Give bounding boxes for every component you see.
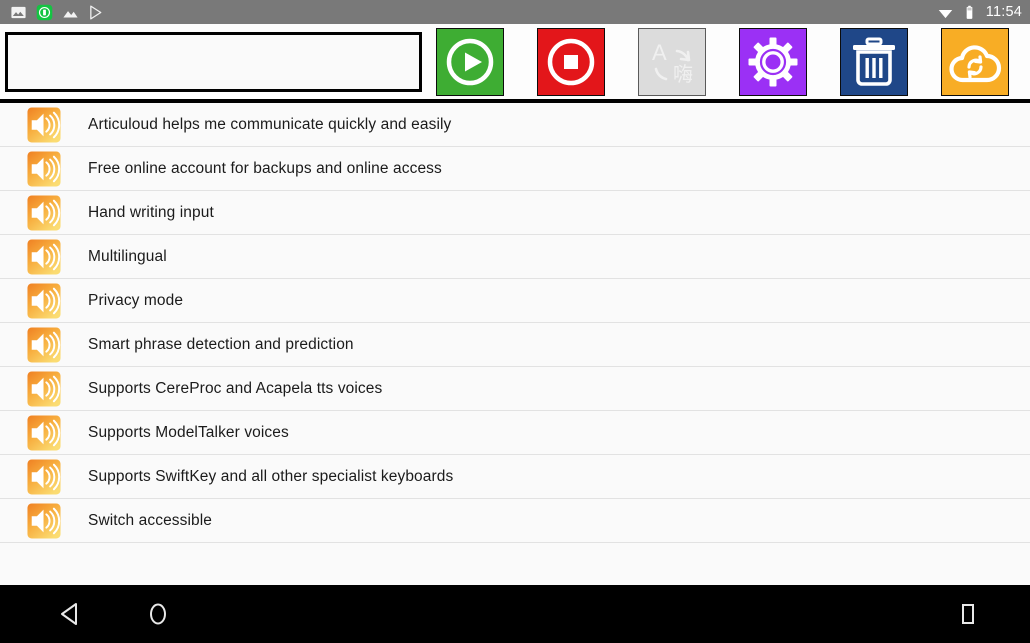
translate-icon: A 嗨 (652, 40, 693, 86)
phrase-speak-icon-cell[interactable] (0, 195, 88, 231)
image-icon (11, 6, 26, 18)
phrase-speak-icon-cell[interactable] (0, 415, 88, 451)
nav-back-button[interactable] (38, 585, 102, 643)
android-navigation-bar (0, 585, 1030, 643)
translate-button[interactable]: A 嗨 (638, 27, 706, 96)
phrase-speak-icon-cell[interactable] (0, 459, 88, 495)
phrase-list-item-label: Supports CereProc and Acapela tts voices (88, 379, 383, 397)
phrase-list-item[interactable]: Articuloud helps me communicate quickly … (0, 103, 1030, 147)
status-bar: 11:54 (0, 0, 1030, 24)
nav-recents-button[interactable] (936, 585, 1000, 643)
cloud-sync-button[interactable] (941, 27, 1009, 96)
play-store-icon (90, 4, 102, 20)
phrase-list-item[interactable]: Supports ModelTalker voices (0, 411, 1030, 455)
phrase-list: Articuloud helps me communicate quickly … (0, 103, 1030, 585)
phrase-speak-icon-cell[interactable] (0, 283, 88, 319)
svg-text:A: A (652, 40, 667, 65)
stop-icon (547, 38, 595, 85)
phrase-speak-icon-cell[interactable] (0, 503, 88, 539)
play-button[interactable] (436, 27, 504, 96)
phrase-speak-icon-cell[interactable] (0, 107, 88, 143)
articuloud-app-icon (36, 4, 53, 20)
phrase-list-item[interactable]: Supports SwiftKey and all other speciali… (0, 455, 1030, 499)
phrase-list-item[interactable]: Switch accessible (0, 499, 1030, 543)
phrase-list-item-label: Supports SwiftKey and all other speciali… (88, 467, 454, 485)
phrase-list-item-label: Supports ModelTalker voices (88, 423, 289, 441)
phrase-speak-icon-cell[interactable] (0, 327, 88, 363)
wifi-icon (938, 9, 953, 18)
speaker-icon (27, 151, 61, 186)
stop-button[interactable] (537, 27, 605, 96)
play-icon (446, 38, 494, 85)
phrase-list-item-label: Switch accessible (88, 511, 213, 529)
speaker-icon (27, 239, 61, 274)
phrase-speak-icon-cell[interactable] (0, 371, 88, 407)
phrase-list-item[interactable]: Free online account for backups and onli… (0, 147, 1030, 191)
phrase-list-item[interactable]: Privacy mode (0, 279, 1030, 323)
phrase-list-item[interactable]: Hand writing input (0, 191, 1030, 235)
phrase-speak-icon-cell[interactable] (0, 151, 88, 187)
phrase-list-item-label: Hand writing input (88, 203, 214, 221)
gear-icon (748, 37, 798, 86)
battery-icon (966, 5, 973, 19)
speaker-icon (27, 415, 61, 450)
settings-button[interactable] (739, 27, 807, 96)
nav-home-button[interactable] (126, 585, 190, 643)
phrase-text-input[interactable] (5, 31, 422, 92)
phrase-list-item[interactable]: Multilingual (0, 235, 1030, 279)
phrase-speak-icon-cell[interactable] (0, 239, 88, 275)
speaker-icon (27, 327, 61, 362)
svg-text:嗨: 嗨 (673, 62, 693, 86)
phrase-list-item-label: Free online account for backups and onli… (88, 159, 442, 177)
phrase-list-item-label: Articuloud helps me communicate quickly … (88, 115, 452, 133)
status-bar-clock: 11:54 (985, 3, 1022, 20)
status-system-icons: 11:54 (937, 4, 1022, 21)
app-root: 11:54 A 嗨 Articuloud helps me communicat… (0, 0, 1030, 643)
status-notification-icons (10, 4, 105, 21)
speaker-icon (27, 195, 61, 230)
phrase-list-item[interactable]: Supports CereProc and Acapela tts voices (0, 367, 1030, 411)
trash-icon (853, 37, 895, 86)
speaker-icon (27, 283, 61, 318)
cloud-sync-icon (949, 44, 1002, 82)
phrase-list-item-label: Multilingual (88, 247, 167, 265)
phrase-list-item-label: Smart phrase detection and prediction (88, 335, 354, 353)
home-circle-icon (150, 603, 166, 625)
speaker-icon (27, 371, 61, 406)
gallery-icon (63, 10, 78, 17)
phrase-list-item[interactable]: Smart phrase detection and prediction (0, 323, 1030, 367)
delete-button[interactable] (840, 27, 908, 96)
phrase-list-item-label: Privacy mode (88, 291, 184, 309)
recents-square-icon (962, 604, 974, 624)
back-triangle-icon (61, 603, 77, 625)
toolbar: A 嗨 (0, 24, 1030, 103)
speaker-icon (27, 107, 61, 142)
speaker-icon (27, 503, 61, 538)
speaker-icon (27, 459, 61, 494)
